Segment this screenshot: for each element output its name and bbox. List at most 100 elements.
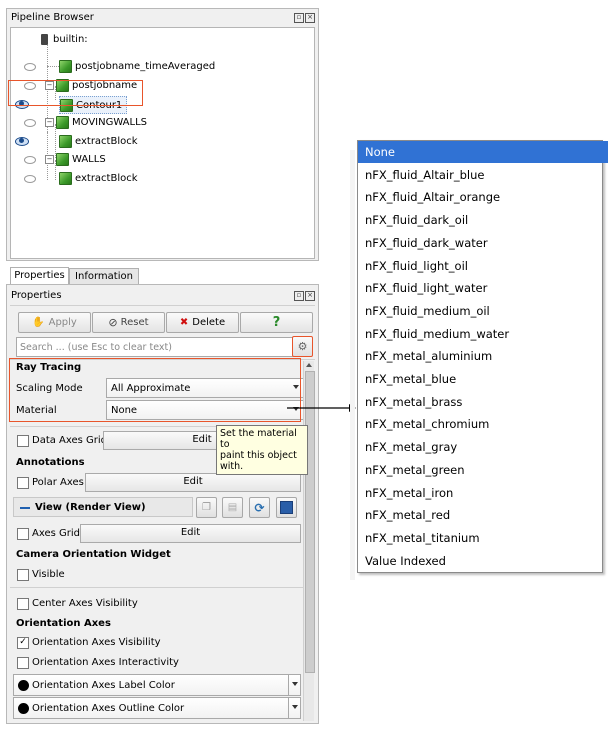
- search-input[interactable]: Search ... (use Esc to clear text): [16, 337, 294, 357]
- dataset-icon: [59, 59, 72, 73]
- reset-icon: ⊘: [108, 316, 118, 329]
- float-icon[interactable]: ▫: [294, 13, 304, 23]
- material-option[interactable]: nFX_metal_gray: [358, 436, 608, 458]
- view-title: View (Render View): [35, 502, 146, 513]
- tree-item-movingwalls[interactable]: − MOVINGWALLS: [45, 114, 147, 130]
- material-option[interactable]: nFX_fluid_medium_oil: [358, 300, 608, 322]
- material-option[interactable]: nFX_metal_red: [358, 504, 608, 526]
- eye-open-icon[interactable]: [15, 137, 29, 146]
- dataset-icon: [59, 171, 72, 185]
- scroll-up-icon[interactable]: [306, 363, 312, 367]
- refresh-icon[interactable]: ⟳: [249, 497, 270, 518]
- dataset-icon: [56, 152, 69, 166]
- tab-information[interactable]: Information: [69, 268, 139, 285]
- data-axes-grid-checkbox[interactable]: [17, 435, 29, 447]
- visible-checkbox[interactable]: [17, 569, 29, 581]
- close-icon[interactable]: ×: [305, 291, 315, 301]
- data-axes-grid-label: Data Axes Grid: [32, 435, 108, 446]
- material-option[interactable]: Value Indexed: [358, 550, 608, 572]
- material-option[interactable]: None: [358, 141, 608, 163]
- axes-grid-edit-button[interactable]: Edit: [80, 524, 301, 543]
- material-option[interactable]: nFX_fluid_light_water: [358, 277, 608, 299]
- polar-axes-checkbox[interactable]: [17, 477, 29, 489]
- float-icon[interactable]: ▫: [294, 291, 304, 301]
- pipeline-tree: builtin: postjobname_timeAveraged − post…: [10, 27, 315, 259]
- material-tooltip: Set the material to paint this object wi…: [216, 425, 308, 475]
- section-orientation-axes: Orientation Axes: [16, 618, 111, 629]
- tree-item-label: extractBlock: [75, 172, 138, 184]
- callout-arrow: [287, 404, 356, 412]
- material-option[interactable]: nFX_metal_titanium: [358, 527, 608, 549]
- dataset-icon: [56, 115, 69, 129]
- pipeline-dock-buttons: ▫ ×: [294, 13, 315, 23]
- outline-color-dropdown[interactable]: [288, 697, 301, 719]
- material-option[interactable]: nFX_fluid_light_oil: [358, 255, 608, 277]
- tab-properties[interactable]: Properties: [10, 267, 69, 284]
- delete-icon: ✖: [179, 317, 189, 328]
- delete-button[interactable]: ✖ Delete: [166, 312, 239, 333]
- copy-icon[interactable]: ❐: [196, 497, 217, 518]
- properties-panel: Properties ▫ × ✋ Apply ⊘ Reset ✖ Delete …: [6, 284, 319, 724]
- material-option[interactable]: nFX_metal_chromium: [358, 413, 608, 435]
- eye-closed-icon[interactable]: [24, 119, 36, 127]
- polar-axes-edit-button[interactable]: Edit: [85, 473, 301, 492]
- visible-label: Visible: [32, 569, 65, 580]
- chevron-down-icon: [292, 682, 298, 686]
- material-option[interactable]: nFX_metal_aluminium: [358, 345, 608, 367]
- paste-icon[interactable]: ▤: [222, 497, 243, 518]
- eye-closed-icon[interactable]: [24, 63, 36, 71]
- color-swatch-icon: [18, 679, 29, 691]
- view-dash-icon: [20, 507, 30, 509]
- material-option[interactable]: nFX_metal_brass: [358, 391, 608, 413]
- tree-item-extractblock[interactable]: extractBlock: [59, 133, 138, 149]
- view-header: View (Render View): [13, 497, 193, 517]
- tree-item-postjobname-timeaveraged[interactable]: postjobname_timeAveraged: [59, 58, 215, 74]
- tree-item-label: MOVINGWALLS: [72, 116, 148, 128]
- label-color-button[interactable]: Orientation Axes Label Color: [13, 674, 293, 696]
- dataset-icon: [59, 134, 72, 148]
- material-option[interactable]: nFX_fluid_Altair_orange: [358, 186, 608, 208]
- orientation-interactivity-checkbox[interactable]: [17, 657, 29, 669]
- properties-dock-buttons: ▫ ×: [294, 291, 315, 301]
- tree-item-label: postjobname_timeAveraged: [75, 60, 216, 72]
- background-app-hint: [350, 150, 355, 580]
- pipeline-browser-panel: Pipeline Browser ▫ × builtin: postjobnam…: [6, 8, 319, 261]
- tree-item-builtin[interactable]: builtin:: [41, 31, 88, 47]
- chevron-down-icon: [292, 705, 298, 709]
- axes-grid-checkbox[interactable]: [17, 528, 29, 540]
- material-option[interactable]: nFX_metal_green: [358, 459, 608, 481]
- reset-button[interactable]: ⊘ Reset: [92, 312, 165, 333]
- apply-icon: ✋: [32, 317, 45, 328]
- server-icon: [41, 33, 48, 45]
- center-axes-label: Center Axes Visibility: [32, 598, 138, 609]
- scrollbar-thumb[interactable]: [305, 371, 315, 673]
- polar-axes-label: Polar Axes: [32, 477, 84, 488]
- material-option[interactable]: nFX_fluid_Altair_blue: [358, 164, 608, 186]
- collapse-icon[interactable]: −: [45, 117, 54, 127]
- material-option[interactable]: nFX_metal_blue: [358, 368, 608, 390]
- material-option[interactable]: nFX_fluid_medium_water: [358, 323, 608, 345]
- material-option[interactable]: nFX_fluid_dark_oil: [358, 209, 608, 231]
- eye-closed-icon[interactable]: [24, 156, 36, 164]
- label-color-dropdown[interactable]: [288, 674, 301, 696]
- apply-button[interactable]: ✋ Apply: [18, 312, 91, 333]
- pipeline-browser-title: Pipeline Browser: [11, 12, 94, 23]
- color-swatch-icon: [18, 702, 29, 714]
- section-camera-widget: Camera Orientation Widget: [16, 549, 171, 560]
- orientation-visibility-checkbox[interactable]: ✓: [17, 637, 29, 649]
- save-icon[interactable]: [276, 497, 297, 518]
- outline-color-button[interactable]: Orientation Axes Outline Color: [13, 697, 293, 719]
- material-option[interactable]: nFX_fluid_dark_water: [358, 232, 608, 254]
- tree-item-label: extractBlock: [75, 135, 138, 147]
- close-icon[interactable]: ×: [305, 13, 315, 23]
- help-button[interactable]: ?: [240, 312, 313, 333]
- tree-item-extractblock[interactable]: extractBlock: [59, 170, 138, 186]
- gear-icon[interactable]: ⚙: [292, 336, 313, 357]
- center-axes-checkbox[interactable]: [17, 598, 29, 610]
- tree-item-walls[interactable]: − WALLS: [45, 151, 106, 167]
- properties-scrollbar[interactable]: [303, 361, 315, 721]
- collapse-icon[interactable]: −: [45, 154, 54, 164]
- material-option[interactable]: nFX_metal_iron: [358, 482, 608, 504]
- eye-closed-icon[interactable]: [24, 175, 36, 183]
- axes-grid-label: Axes Grid: [32, 528, 80, 539]
